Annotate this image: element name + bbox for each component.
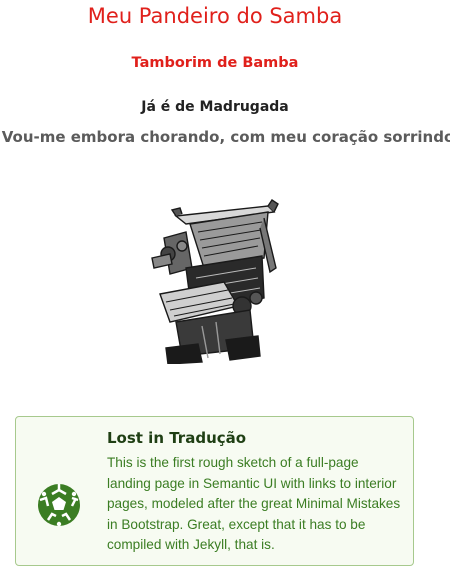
card-title: Lost in Tradução bbox=[107, 429, 247, 447]
tagline: Vou-me embora chorando, com meu coração … bbox=[1, 128, 450, 146]
section-heading: Já é de Madrugada bbox=[141, 99, 289, 115]
soccer-ball-icon bbox=[38, 484, 80, 527]
linotype-machine-illustration bbox=[151, 199, 279, 364]
page-title: Meu Pandeiro do Samba bbox=[87, 4, 343, 28]
page-subtitle: Tamborim de Bamba bbox=[131, 55, 299, 71]
feature-card: Lost in Tradução This is the first rough… bbox=[15, 416, 414, 566]
card-description: This is the first rough sketch of a full… bbox=[107, 455, 401, 552]
